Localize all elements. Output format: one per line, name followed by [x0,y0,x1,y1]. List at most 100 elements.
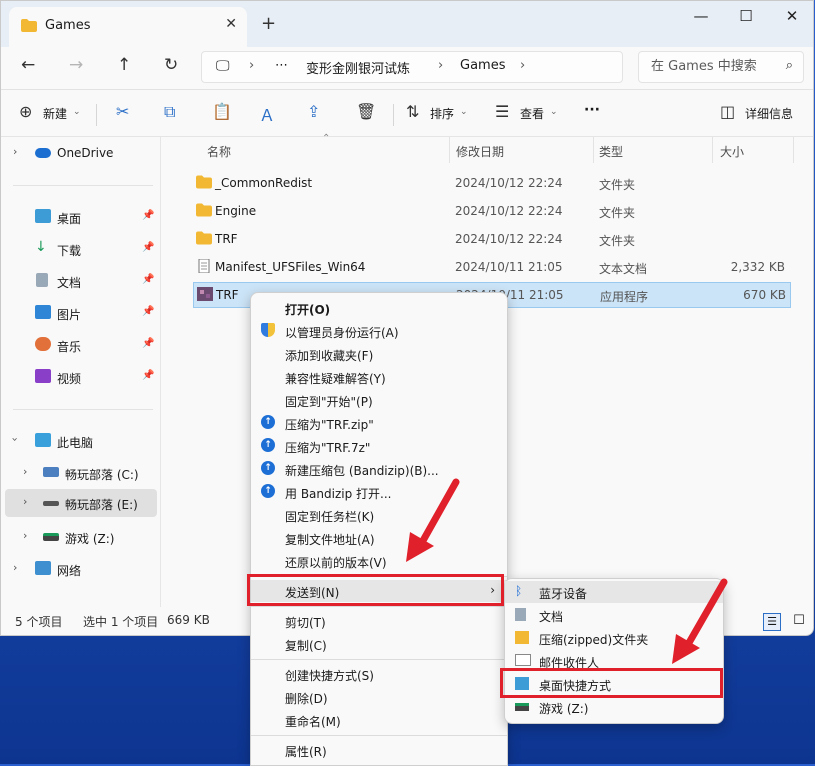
search-box[interactable]: ⌕ [638,51,804,83]
forward-arrow-icon[interactable]: → [69,55,83,75]
rename-icon[interactable]: Ａ [259,102,275,126]
file-name: _CommonRedist [215,176,313,190]
bluetooth-icon: ᛒ [515,584,523,598]
sidebar-item-downloads[interactable]: ↓ 下载 📌 [1,235,159,263]
column-name[interactable]: 名称 [207,143,231,160]
menu-item-compat-troubleshoot[interactable]: 兼容性疑难解答(Y) [251,366,507,388]
column-type[interactable]: 类型 [599,143,623,160]
tab-close-icon[interactable]: ✕ [225,16,237,32]
pin-icon[interactable]: 📌 [142,306,154,317]
close-window-button[interactable]: ✕ [782,7,802,25]
sidebar-item-onedrive[interactable]: › OneDrive [1,139,159,167]
pin-icon[interactable]: 📌 [142,210,154,221]
breadcrumb-item-parent[interactable]: 变形金刚银河试炼 [306,58,410,77]
document-icon [515,608,526,621]
tab-games[interactable]: Games ✕ [9,7,247,47]
new-button[interactable]: 新建 [43,105,67,122]
search-input[interactable] [649,58,773,75]
up-arrow-icon[interactable]: ↑ [117,55,131,75]
selection-size: 669 KB [167,613,210,627]
pin-icon[interactable]: 📌 [142,338,154,349]
zip-folder-icon [515,631,529,644]
chevron-down-icon: ⌄ [460,107,468,117]
tiles-view-icon[interactable]: ☐ [791,613,807,629]
menu-item-copy[interactable]: 复制(C) [251,633,507,655]
sidebar-item-pictures[interactable]: 图片 📌 [1,299,159,327]
more-options-button[interactable]: ··· [584,102,600,118]
refresh-icon[interactable]: ↻ [164,55,178,75]
sidebar-item-music[interactable]: 音乐 📌 [1,331,159,359]
menu-item-pin-taskbar[interactable]: 固定到任务栏(K) [251,504,507,526]
column-date[interactable]: 修改日期 [456,143,504,160]
sidebar-item-drive-z[interactable]: › 游戏 (Z:) [1,523,159,551]
selection-count: 选中 1 个项目 [83,615,159,629]
drive-icon [515,703,529,711]
menu-item-cut[interactable]: 剪切(T) [251,610,507,632]
back-arrow-icon[interactable]: ← [21,55,35,75]
file-size: 2,332 KB [730,260,785,274]
details-view-icon[interactable]: ☰ [763,613,781,631]
submenu-item-drive-z[interactable]: 游戏 (Z:) [505,696,723,718]
paste-icon[interactable]: 📋 [212,102,232,121]
menu-item-7z[interactable]: ↑ 压缩为"TRF.7z" [251,435,507,457]
breadcrumb-item-current[interactable]: Games [460,58,505,73]
minimize-button[interactable]: — [691,7,711,25]
details-button[interactable]: 详细信息 [745,105,793,122]
pin-icon[interactable]: 📌 [142,274,154,285]
tab-title: Games [45,18,91,33]
sidebar-item-drive-c[interactable]: › 畅玩部落 (C:) [1,459,159,487]
sort-button[interactable]: 排序 [430,105,454,122]
bandizip-icon: ↑ [261,484,275,498]
delete-icon[interactable]: 🗑 [356,102,376,121]
file-row[interactable]: TRF 2024/10/12 22:24 文件夹 [193,227,789,251]
sidebar-item-desktop[interactable]: 桌面 📌 [1,203,159,231]
menu-item-properties[interactable]: 属性(R) [251,739,507,761]
sidebar-item-documents[interactable]: 文档 📌 [1,267,159,295]
menu-item-rename[interactable]: 重命名(M) [251,709,507,731]
column-size[interactable]: 大小 [720,143,744,160]
breadcrumb[interactable]: 🖵 › ⋯ 变形金刚银河试炼 › Games › [201,51,623,83]
column-headers: ⌃ 名称 修改日期 类型 大小 [176,133,806,163]
menu-item-copy-path[interactable]: 复制文件地址(A) [251,527,507,549]
chevron-right-icon: › [13,561,18,574]
menu-item-add-favorites[interactable]: 添加到收藏夹(F) [251,343,507,365]
menu-item-open[interactable]: 打开(O) [251,297,507,319]
cut-icon[interactable]: ✂ [116,102,129,121]
view-icon: ☰ [495,102,510,121]
title-bar: Games ✕ + — ☐ ✕ [1,1,813,47]
folder-icon [21,19,37,32]
file-row[interactable]: _CommonRedist 2024/10/12 22:24 文件夹 [193,171,789,195]
copy-icon[interactable]: ⧉ [164,102,175,122]
menu-item-delete[interactable]: 删除(D) [251,686,507,708]
pin-icon[interactable]: 📌 [142,242,154,253]
sidebar-item-this-pc[interactable]: › 此电脑 [1,427,159,455]
sidebar-item-network[interactable]: › 网络 [1,555,159,583]
chevron-down-icon: ⌄ [550,107,558,117]
share-icon[interactable]: ⇪ [307,102,320,121]
menu-item-restore-versions[interactable]: 还原以前的版本(V) [251,550,507,572]
this-pc-icon: 🖵 [216,58,230,74]
sidebar-item-label: 文档 [57,276,82,290]
menu-item-pin-start[interactable]: 固定到"开始"(P) [251,389,507,411]
menu-item-zip[interactable]: ↑ 压缩为"TRF.zip" [251,412,507,434]
text-file-icon [198,259,210,273]
download-icon: ↓ [35,239,47,255]
sidebar-item-videos[interactable]: 视频 📌 [1,363,159,391]
file-row[interactable]: Engine 2024/10/12 22:24 文件夹 [193,199,789,223]
sidebar-item-drive-e[interactable]: › 畅玩部落 (E:) [5,489,157,517]
menu-item-open-bandizip[interactable]: ↑ 用 Bandizip 打开... [251,481,507,503]
view-button[interactable]: 查看 [520,105,544,122]
file-type: 文件夹 [599,234,636,248]
menu-item-new-archive[interactable]: ↑ 新建压缩包 (Bandizip)(B)... [251,458,507,480]
menu-item-create-shortcut[interactable]: 创建快捷方式(S) [251,663,507,685]
folder-icon [196,203,212,217]
new-tab-button[interactable]: + [261,13,276,34]
file-row[interactable]: Manifest_UFSFiles_Win64 2024/10/11 21:05… [193,255,789,279]
chevron-right-icon: › [438,58,444,73]
menu-item-run-as-admin[interactable]: 以管理员身份运行(A) [251,320,507,342]
file-name: Manifest_UFSFiles_Win64 [215,260,366,274]
file-date: 2024/10/11 21:05 [455,260,563,274]
maximize-button[interactable]: ☐ [736,7,756,25]
breadcrumb-overflow[interactable]: ⋯ [275,58,288,73]
pin-icon[interactable]: 📌 [142,370,154,381]
